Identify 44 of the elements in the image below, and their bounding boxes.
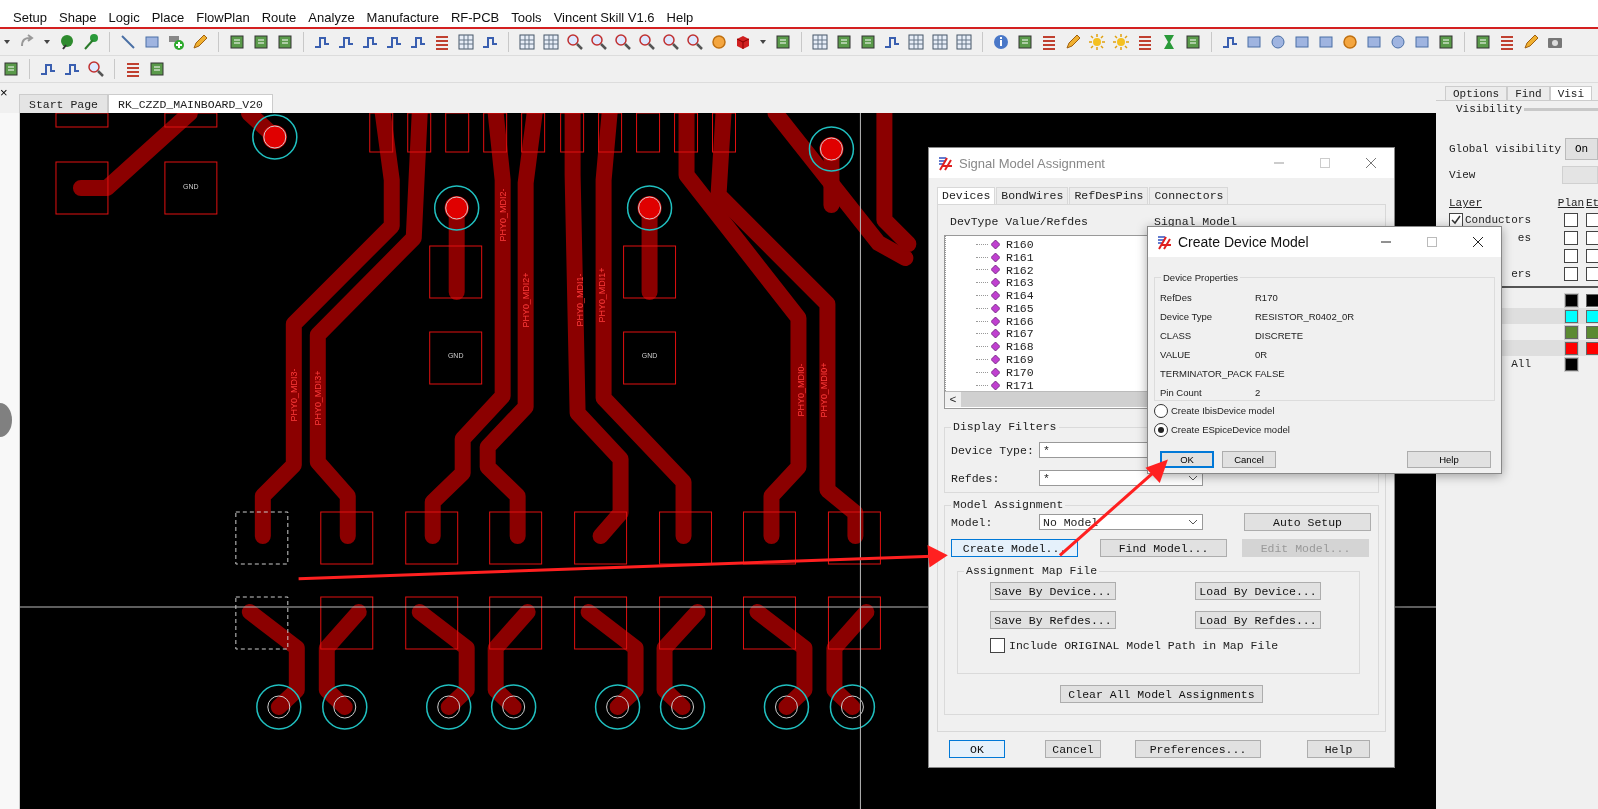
trace-label: PHY0_MDI3+ [312,370,323,426]
radio-label: Create IbisDevice model [1171,405,1275,416]
property-value: R170 [1255,292,1278,303]
trace-label: PHY0_MDI1+ [596,267,607,323]
property-value: RESISTOR_R0402_0R [1255,311,1355,322]
property-value: 0R [1255,349,1268,360]
property-value: FALSE [1255,368,1285,379]
field-label: Model: [951,515,994,529]
layer-label: es [1517,232,1531,244]
property-value: 2 [1255,387,1261,398]
group-title: Display Filters [951,420,1059,433]
window-title: Signal Model Assignment [959,155,1106,171]
trace-label: PHY0_MDI3- [288,368,299,422]
trace-label: PHY0_MDI1- [574,273,585,327]
layer-label: Conductors [1465,214,1531,226]
field-label: Refdes: [951,471,1001,485]
trace-label: PHY0_MDI0+ [819,362,830,418]
property-value: DISCRETE [1255,330,1304,341]
property-label: VALUE [1160,349,1192,360]
property-label: Pin Count [1160,387,1203,398]
group-title: Device Properties [1161,272,1240,283]
column-header: DevType Value/Refdes [950,215,1089,230]
field-label: Global visibility [1449,143,1562,155]
column-header: Signal Model [1154,215,1237,230]
property-label: CLASS [1160,330,1193,341]
column-header: Plan [1556,196,1586,211]
column-header: Et [1586,196,1598,211]
group-title: Assignment Map File [964,564,1100,577]
trace-label: PHY0_MDI2- [497,188,508,242]
group-title: Model Assignment [951,498,1066,511]
property-label: RefDes [1160,292,1193,303]
layer-label: All [1511,358,1531,370]
radio-label: Create ESpiceDevice model [1171,424,1290,435]
property-label: Device Type [1160,311,1214,322]
trace-label: PHY0_MDI0- [796,363,807,417]
trace-label: PHY0_MDI2+ [520,272,531,328]
layer-label: ers [1511,268,1531,280]
property-label: TERMINATOR_PACK [1160,368,1254,379]
field-label: Device Type: [951,443,1035,457]
window-title: Create Device Model [1178,234,1310,250]
checkbox-label: Include ORIGINAL Model Path in Map File [1009,639,1279,652]
column-header: Layer [1449,196,1483,211]
group-title: Visibility [1456,103,1522,115]
field-label: View [1449,169,1476,181]
